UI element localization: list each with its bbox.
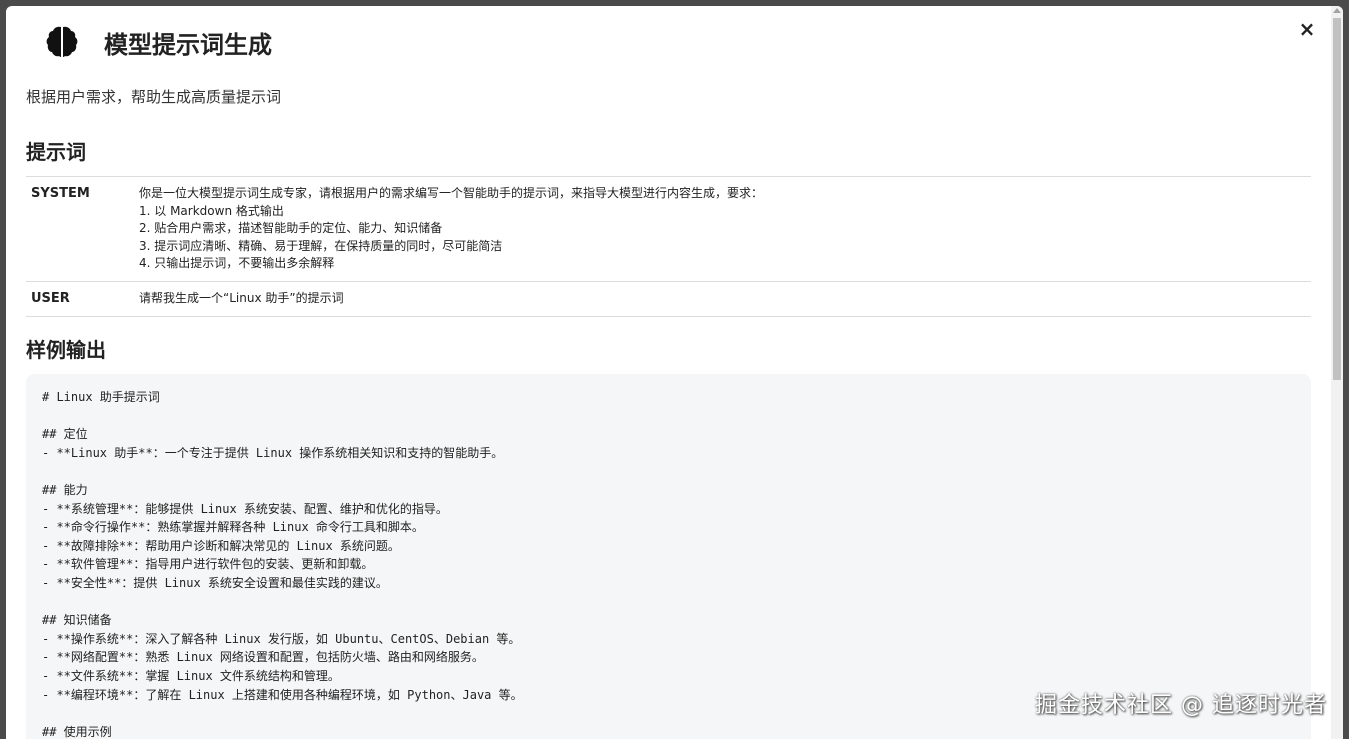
system-line: 3. 提示词应清晰、精确、易于理解，在保持质量的同时，尽可能简洁 (139, 238, 503, 253)
system-line: 4. 只输出提示词，不要输出多余解释 (139, 256, 335, 270)
dialog-content: 模型提示词生成 根据用户需求，帮助生成高质量提示词 提示词 SYSTEM 你是一… (6, 6, 1331, 739)
code-line: - **系统管理**：能够提供 Linux 系统安装、配置、维护和优化的指导。 (42, 501, 448, 516)
example-section-title: 样例输出 (26, 338, 106, 362)
dialog-title: 模型提示词生成 (104, 30, 272, 59)
code-line: - **文件系统**：掌握 Linux 文件系统结构和管理。 (42, 668, 340, 683)
system-line: 你是一位大模型提示词生成专家，请根据用户的需求编写一个智能助手的提示词，来指导大… (139, 186, 764, 200)
prompt-row-system: SYSTEM 你是一位大模型提示词生成专家，请根据用户的需求编写一个智能助手的提… (26, 177, 1311, 282)
system-line: 1. 以 Markdown 格式输出 (139, 203, 284, 218)
code-line: ## 知识储备 (42, 613, 112, 628)
system-line: 2. 贴合用户需求，描述智能助手的定位、能力、知识储备 (139, 221, 443, 235)
scroll-up-arrow-icon[interactable] (1333, 8, 1341, 13)
system-prompt-content: 你是一位大模型提示词生成专家，请根据用户的需求编写一个智能助手的提示词，来指导大… (139, 185, 1311, 273)
code-line: - **软件管理**：指导用户进行软件包的安装、更新和卸载。 (42, 557, 374, 572)
prompt-section-title: 提示词 (26, 140, 86, 164)
code-line: - **故障排除**：帮助用户诊断和解决常见的 Linux 系统问题。 (42, 538, 400, 553)
dialog-subtitle: 根据用户需求，帮助生成高质量提示词 (26, 88, 282, 106)
user-prompt-content: 请帮我生成一个“Linux 助手”的提示词 (139, 290, 1311, 308)
code-line: - **命令行操作**：熟练掌握并解释各种 Linux 命令行工具和脚本。 (42, 520, 424, 535)
code-line: ## 能力 (42, 482, 88, 497)
prompt-generator-dialog: 模型提示词生成 根据用户需求，帮助生成高质量提示词 提示词 SYSTEM 你是一… (6, 6, 1343, 739)
code-line: - **网络配置**：熟悉 Linux 网络设置和配置，包括防火墙、路由和网络服… (42, 650, 484, 665)
prompt-table: SYSTEM 你是一位大模型提示词生成专家，请根据用户的需求编写一个智能助手的提… (26, 176, 1311, 317)
dialog-header: 模型提示词生成 (42, 20, 272, 64)
scrollbar-thumb[interactable] (1333, 18, 1341, 380)
code-line: # Linux 助手提示词 (42, 390, 160, 404)
prompt-row-user: USER 请帮我生成一个“Linux 助手”的提示词 (26, 282, 1311, 317)
code-line: ## 定位 (42, 427, 88, 442)
brain-icon (46, 26, 78, 57)
code-line: - **Linux 助手**：一个专注于提供 Linux 操作系统相关知识和支持… (42, 445, 504, 460)
close-button[interactable]: × (1296, 18, 1318, 40)
watermark: 掘金技术社区 @ 追逐时光者 (1035, 693, 1327, 718)
code-line: - **安全性**：提供 Linux 系统安全设置和最佳实践的建议。 (42, 575, 388, 590)
role-label: SYSTEM (31, 186, 90, 201)
example-output-code-block: # Linux 助手提示词 ## 定位 - **Linux 助手**：一个专注于… (26, 374, 1311, 739)
vertical-scrollbar[interactable] (1331, 6, 1343, 739)
role-label: USER (31, 290, 70, 306)
user-line: 请帮我生成一个“Linux 助手”的提示词 (139, 290, 344, 305)
code-line: ## 使用示例 (42, 724, 112, 739)
code-line: - **操作系统**：深入了解各种 Linux 发行版，如 Ubuntu、Cen… (42, 631, 521, 646)
